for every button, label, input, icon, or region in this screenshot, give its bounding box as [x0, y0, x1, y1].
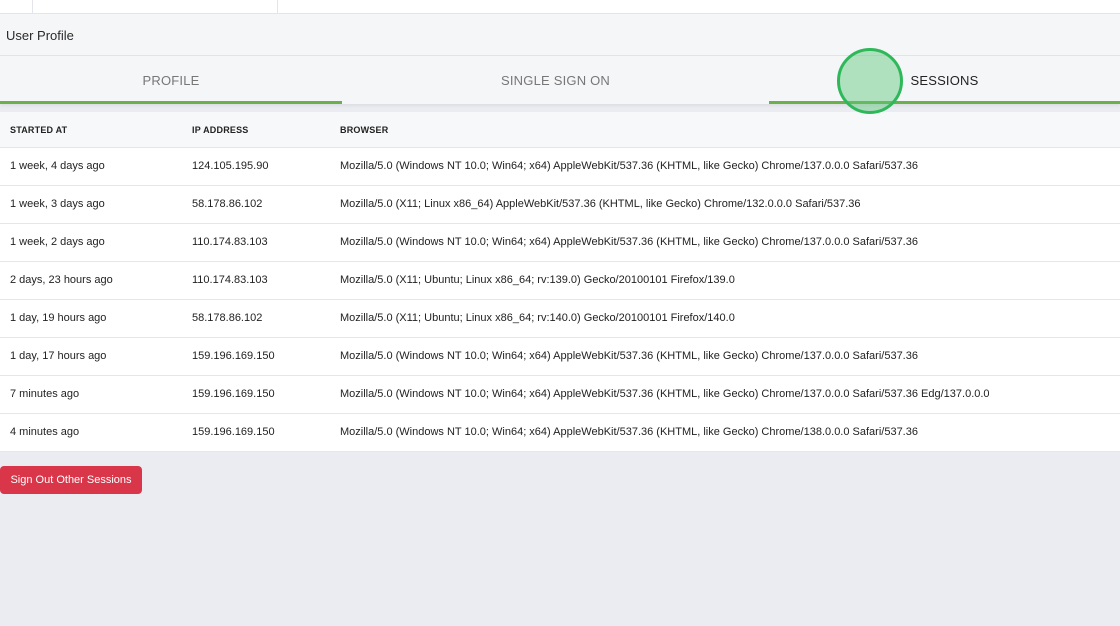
- cell-ip-address: 159.196.169.150: [192, 350, 275, 362]
- table-row: 1 week, 3 days ago 58.178.86.102 Mozilla…: [0, 186, 1120, 224]
- cell-browser: Mozilla/5.0 (Windows NT 10.0; Win64; x64…: [340, 350, 918, 362]
- sessions-table: STARTED AT IP ADDRESS BROWSER 1 week, 4 …: [0, 112, 1120, 452]
- cell-browser: Mozilla/5.0 (Windows NT 10.0; Win64; x64…: [340, 236, 918, 248]
- cell-ip-address: 159.196.169.150: [192, 388, 275, 400]
- cell-started-at: 1 day, 17 hours ago: [10, 350, 107, 362]
- cell-started-at: 4 minutes ago: [10, 426, 80, 438]
- page-header: User Profile: [0, 14, 1120, 56]
- cell-ip-address: 159.196.169.150: [192, 426, 275, 438]
- table-row: 1 week, 2 days ago 110.174.83.103 Mozill…: [0, 224, 1120, 262]
- page-title: User Profile: [6, 28, 74, 43]
- cell-ip-address: 124.105.195.90: [192, 160, 269, 172]
- cell-started-at: 1 week, 4 days ago: [10, 160, 105, 172]
- tab-single-sign-on[interactable]: SINGLE SIGN ON: [342, 56, 769, 104]
- cell-ip-address: 110.174.83.103: [192, 236, 268, 248]
- cell-started-at: 2 days, 23 hours ago: [10, 274, 113, 286]
- cell-ip-address: 58.178.86.102: [192, 198, 263, 210]
- tab-label: SINGLE SIGN ON: [501, 72, 610, 88]
- cell-started-at: 1 week, 3 days ago: [10, 198, 105, 210]
- cell-browser: Mozilla/5.0 (X11; Ubuntu; Linux x86_64; …: [340, 312, 735, 324]
- cell-started-at: 1 day, 19 hours ago: [10, 312, 107, 324]
- tab-underline: [0, 101, 342, 104]
- sign-out-other-sessions-button[interactable]: Sign Out Other Sessions: [0, 466, 142, 494]
- column-header-browser: BROWSER: [340, 125, 389, 135]
- tab-sessions[interactable]: SESSIONS: [769, 56, 1120, 104]
- table-row: 2 days, 23 hours ago 110.174.83.103 Mozi…: [0, 262, 1120, 300]
- toolbar-divider: [32, 0, 33, 13]
- table-row: 1 day, 17 hours ago 159.196.169.150 Mozi…: [0, 338, 1120, 376]
- table-row: 7 minutes ago 159.196.169.150 Mozilla/5.…: [0, 376, 1120, 414]
- profile-tabs: PROFILE SINGLE SIGN ON SESSIONS: [0, 56, 1120, 104]
- tab-label: SESSIONS: [910, 72, 979, 88]
- table-row: 1 day, 19 hours ago 58.178.86.102 Mozill…: [0, 300, 1120, 338]
- column-header-ip-address: IP ADDRESS: [192, 125, 249, 135]
- cell-browser: Mozilla/5.0 (X11; Linux x86_64) AppleWeb…: [340, 198, 861, 210]
- cell-started-at: 7 minutes ago: [10, 388, 80, 400]
- tab-underline: [769, 101, 1120, 104]
- table-header-row: STARTED AT IP ADDRESS BROWSER: [0, 112, 1120, 148]
- cell-ip-address: 110.174.83.103: [192, 274, 268, 286]
- cell-browser: Mozilla/5.0 (Windows NT 10.0; Win64; x64…: [340, 388, 990, 400]
- cell-ip-address: 58.178.86.102: [192, 312, 263, 324]
- cell-browser: Mozilla/5.0 (Windows NT 10.0; Win64; x64…: [340, 160, 918, 172]
- top-toolbar-strip: [0, 0, 1120, 14]
- table-row: 1 week, 4 days ago 124.105.195.90 Mozill…: [0, 148, 1120, 186]
- cell-started-at: 1 week, 2 days ago: [10, 236, 105, 248]
- cell-browser: Mozilla/5.0 (X11; Ubuntu; Linux x86_64; …: [340, 274, 735, 286]
- toolbar-divider: [277, 0, 278, 13]
- tab-profile[interactable]: PROFILE: [0, 56, 342, 104]
- column-header-started-at: STARTED AT: [10, 125, 68, 135]
- tab-label: PROFILE: [142, 72, 200, 88]
- table-row: 4 minutes ago 159.196.169.150 Mozilla/5.…: [0, 414, 1120, 452]
- cell-browser: Mozilla/5.0 (Windows NT 10.0; Win64; x64…: [340, 426, 918, 438]
